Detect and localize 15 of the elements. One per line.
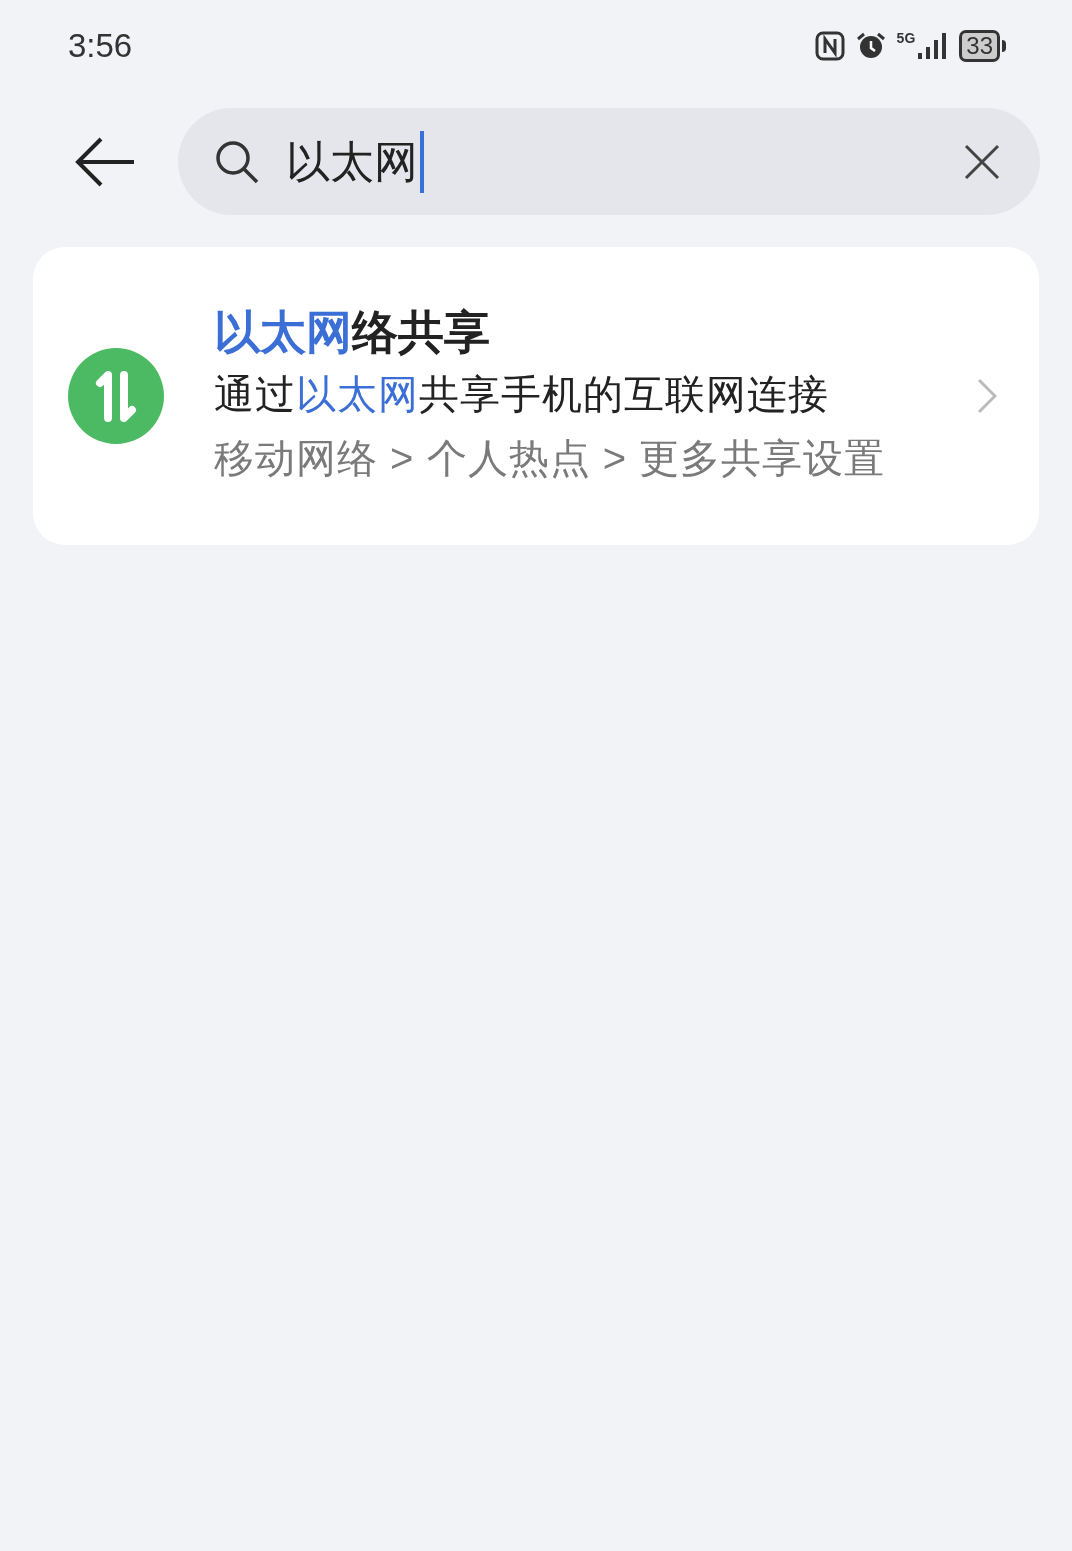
result-title: 以太网络共享 [214,305,491,360]
back-icon[interactable] [74,136,136,187]
search-icon [214,138,260,185]
battery-indicator: 33 [959,30,1006,62]
alarm-icon [854,31,887,61]
clear-icon[interactable] [964,143,1000,180]
search-result-item[interactable]: 以太网络共享 通过以太网共享手机的互联网连接 移动网络 > 个人热点 > 更多共享设置 [33,247,1039,545]
nfc-icon [814,31,845,61]
search-field[interactable]: 以太网 [178,108,1040,215]
result-path: 移动网络 > 个人热点 > 更多共享设置 [214,435,887,482]
network-type: 5G [896,31,916,45]
status-time: 3:56 [68,26,133,67]
chevron-right-icon [977,378,997,414]
data-transfer-icon [68,348,164,444]
result-description: 通过以太网共享手机的互联网连接 [214,371,830,418]
